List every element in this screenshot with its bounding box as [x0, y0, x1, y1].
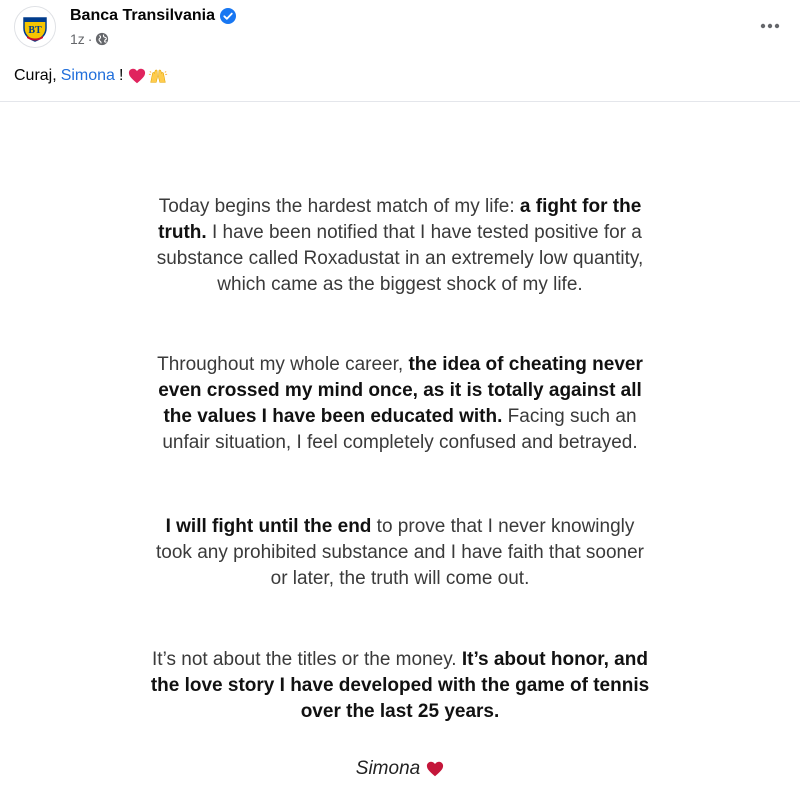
bt-logo-icon: BT [15, 7, 55, 47]
post-header: BT Banca Transilvania 1z · [0, 0, 800, 60]
page-name[interactable]: Banca Transilvania [70, 6, 236, 26]
red-heart-icon [129, 68, 146, 84]
logo-text: BT [28, 25, 42, 36]
p1-text-c: I have been notified that I have tested … [156, 222, 644, 295]
more-options-button[interactable] [756, 12, 784, 40]
post-caption: Curaj, Simona ! [14, 66, 168, 86]
p1-text-a: Today begins the hardest match of my lif… [158, 196, 520, 217]
verified-badge-icon [219, 8, 236, 24]
statement-paragraph-1: Today begins the hardest match of my lif… [150, 194, 650, 298]
heart-icon [427, 761, 444, 777]
meta-separator: · [87, 31, 93, 47]
post-meta: 1z · [70, 30, 109, 48]
post-timestamp[interactable]: 1z [70, 30, 85, 48]
raising-hands-icon [149, 69, 168, 83]
p4-text-a: It’s not about the titles or the money. [152, 649, 462, 670]
p2-text-a: Throughout my whole career, [157, 354, 409, 375]
caption-suffix: ! [118, 67, 124, 84]
page-avatar[interactable]: BT [14, 6, 56, 48]
p3-bold: I will fight until the end [165, 516, 372, 537]
statement-paragraph-4: It’s not about the titles or the money. … [150, 647, 650, 725]
facebook-post: BT Banca Transilvania 1z · Curaj, Simona… [0, 0, 800, 798]
signature-name: Simona [355, 758, 421, 779]
statement-paragraph-3: I will fight until the end to prove that… [150, 514, 650, 592]
caption-mention-link[interactable]: Simona [61, 66, 115, 86]
signature: Simona [0, 758, 800, 780]
more-options-icon [760, 23, 780, 29]
page-name-label[interactable]: Banca Transilvania [70, 6, 215, 26]
globe-icon[interactable] [95, 32, 109, 46]
caption-prefix: Curaj, [14, 67, 57, 84]
statement-paragraph-2: Throughout my whole career, the idea of … [150, 352, 650, 456]
statement-image[interactable]: Today begins the hardest match of my lif… [0, 102, 800, 798]
